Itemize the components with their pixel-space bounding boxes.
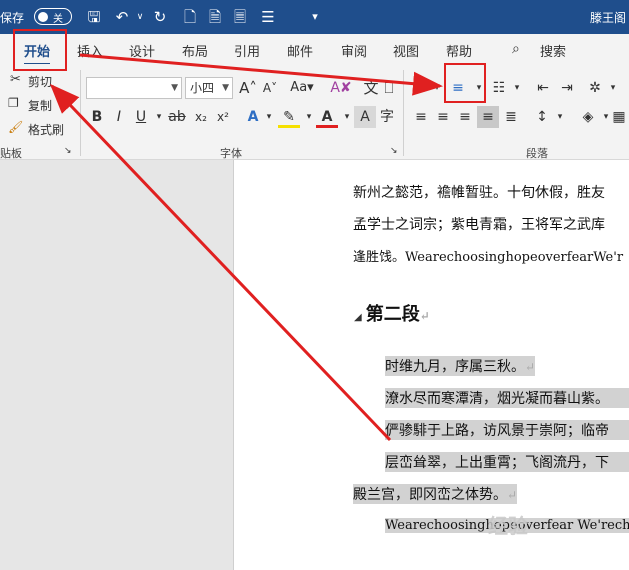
arrow-to-numbering	[79, 53, 443, 96]
arrow-to-home-tab	[49, 83, 392, 442]
annotation-arrows	[49, 53, 443, 442]
watermark: 经验	[488, 514, 528, 538]
